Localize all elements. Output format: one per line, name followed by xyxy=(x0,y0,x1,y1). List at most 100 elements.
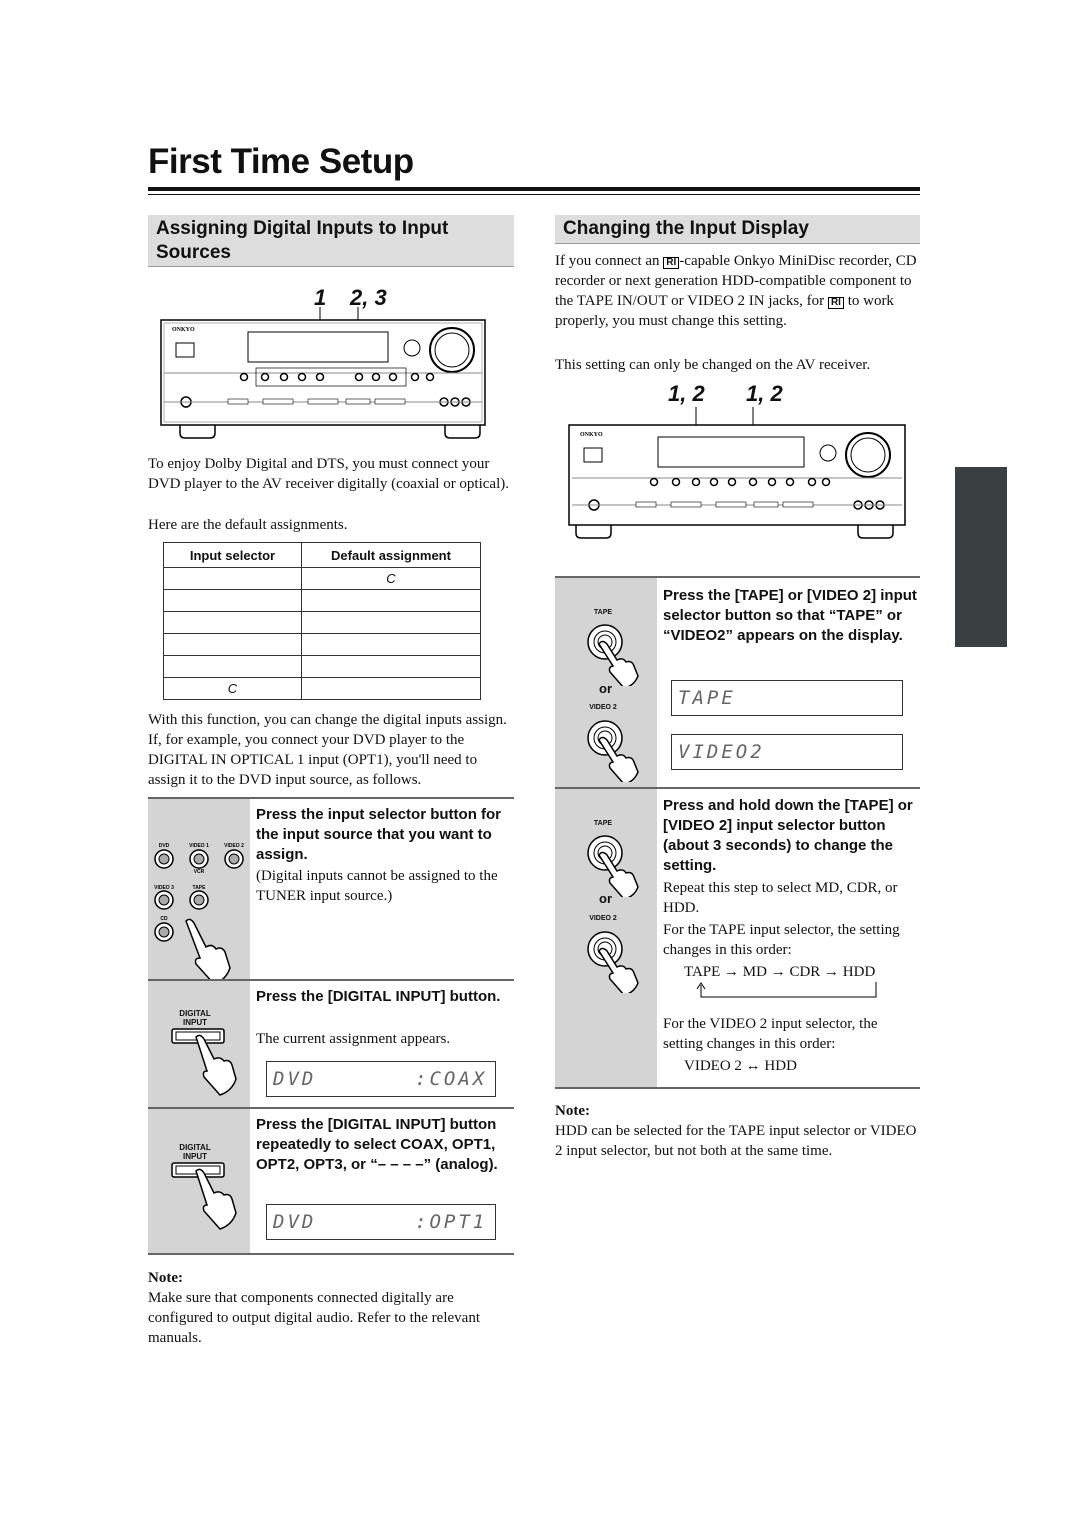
cell xyxy=(301,655,481,678)
digital-input-label: DIGITAL INPUT xyxy=(179,1009,211,1027)
figure-step-b: 1, 2 xyxy=(746,381,783,406)
right-step-1-heading: Press the [TAPE] or [VIDEO 2] input sele… xyxy=(663,587,917,644)
table-row xyxy=(163,655,481,678)
table-header-row: Input selector Default assignment xyxy=(163,542,481,568)
cell xyxy=(301,677,481,700)
video2-label: VIDEO 2 xyxy=(589,915,617,922)
lcd-assignment: :COAX xyxy=(415,1068,488,1090)
step-2-text: The current assignment appears. xyxy=(256,1031,451,1047)
col-header-default-assignment: Default assignment xyxy=(301,542,481,568)
table-row xyxy=(163,589,481,612)
ri-logo-icon: RI xyxy=(663,257,680,269)
lcd-display: DVD :COAX xyxy=(266,1061,496,1097)
step-2: DIGITAL INPUT Press the [DIGITAL INPUT] … xyxy=(148,979,514,1109)
step-1-text: (Digital inputs cannot be assigned to th… xyxy=(256,868,498,904)
digital-input-button-icon xyxy=(171,1028,237,1096)
table-row: C xyxy=(163,567,481,590)
video2-order: VIDEO 2 ↔ HDD xyxy=(684,1058,797,1074)
lcd-display-tape: TAPE xyxy=(671,680,903,716)
lcd-source: DVD xyxy=(273,1068,317,1090)
right-step-2-text2: For the TAPE input selector, the setting… xyxy=(663,922,900,958)
tape-order: TAPE → MD → CDR → HDD xyxy=(684,964,876,980)
note-title: Note: xyxy=(148,1270,183,1286)
cell xyxy=(301,611,481,634)
btn-label: DVD xyxy=(159,843,170,849)
page-title: First Time Setup xyxy=(148,142,414,181)
btn-label: VIDEO 2 xyxy=(224,843,244,849)
or-label: or xyxy=(599,891,612,906)
right-step-1: TAPE or VIDEO 2 Press the [TAPE] or [VID… xyxy=(555,576,920,789)
tape-label: TAPE xyxy=(593,820,613,827)
finger-icon xyxy=(185,918,231,985)
table-row xyxy=(163,633,481,656)
step-2-illustration: DIGITAL INPUT xyxy=(148,981,250,1109)
digital-input-button-icon xyxy=(171,1162,237,1230)
cell xyxy=(163,633,302,656)
cell xyxy=(301,589,481,612)
video2-label: VIDEO 2 xyxy=(589,704,617,711)
note-text: Make sure that components connected digi… xyxy=(148,1290,480,1346)
cell xyxy=(163,567,302,590)
col-header-input-selector: Input selector xyxy=(163,542,302,568)
right-step-2-text3: For the VIDEO 2 input selector, the sett… xyxy=(663,1016,878,1052)
brand-logo: ONKYO xyxy=(580,432,603,438)
right-note-title: Note: xyxy=(555,1103,590,1119)
btn-label: VIDEO 3 xyxy=(154,885,174,891)
step-2-heading: Press the [DIGITAL INPUT] button. xyxy=(256,988,501,1005)
cycle-return-arrow-icon xyxy=(696,982,877,998)
section-heading-digital-inputs: Assigning Digital Inputs to Input Source… xyxy=(148,215,514,267)
right-step-2-heading: Press and hold down the [TAPE] or [VIDEO… xyxy=(663,797,913,874)
cell: C xyxy=(163,677,302,700)
step-3: DIGITAL INPUT Press the [DIGITAL INPUT] … xyxy=(148,1107,514,1255)
section-heading-input-display: Changing the Input Display xyxy=(555,215,920,244)
tape-label: TAPE xyxy=(593,609,613,616)
right-step-2-illustration: TAPE or VIDEO 2 xyxy=(555,789,657,1087)
figure-step-a: 1, 2 xyxy=(668,381,705,406)
digital-input-label: DIGITAL INPUT xyxy=(179,1143,211,1161)
btn-label: TAPE xyxy=(193,885,207,891)
brand-logo: ONKYO xyxy=(172,327,195,333)
default-assignments-table: Input selector Default assignment C C xyxy=(163,542,481,700)
lcd-source: DVD xyxy=(273,1211,317,1233)
intro-part: If you connect an xyxy=(555,253,660,269)
step-3-heading: Press the [DIGITAL INPUT] button repeate… xyxy=(256,1116,498,1173)
only-text: This setting can only be changed on the … xyxy=(555,357,871,373)
defaults-intro: Here are the default assignments. xyxy=(148,517,348,533)
lcd-display-video2: VIDEO2 xyxy=(671,734,903,770)
btn-label: VCR xyxy=(194,869,205,875)
video2-button-icon xyxy=(587,720,639,782)
right-step-2-text1: Repeat this step to select MD, CDR, or H… xyxy=(663,880,898,916)
video2-button-icon xyxy=(587,931,639,993)
lcd-display: DVD :OPT1 xyxy=(266,1204,496,1240)
intro-text: If you connect an RI -capable Onkyo MiniD… xyxy=(555,251,921,331)
intro-text: To enjoy Dolby Digital and DTS, you must… xyxy=(148,456,509,492)
cell xyxy=(163,611,302,634)
title-rule xyxy=(148,187,920,191)
cell xyxy=(163,589,302,612)
right-step-1-illustration: TAPE or VIDEO 2 xyxy=(555,578,657,789)
right-step-2: TAPE or VIDEO 2 Press and hold down the … xyxy=(555,787,920,1089)
tape-button-icon xyxy=(587,835,639,897)
btn-label: VIDEO 1 xyxy=(189,843,209,849)
tape-button-icon xyxy=(587,624,639,686)
table-row xyxy=(163,611,481,634)
chapter-side-tab xyxy=(955,467,1007,647)
or-label: or xyxy=(599,681,612,696)
cell: C xyxy=(301,567,481,590)
receiver-illustration: ONKYO xyxy=(568,407,906,539)
right-note-text: HDD can be selected for the TAPE input s… xyxy=(555,1123,917,1159)
step-1-illustration: DVD VIDEO 1 VIDEO 2 VCR VIDEO 3 TAPE CD xyxy=(148,799,250,985)
lcd-assignment: :OPT1 xyxy=(415,1211,488,1233)
btn-label: CD xyxy=(160,916,168,922)
cell xyxy=(163,655,302,678)
cell xyxy=(301,633,481,656)
title-rule-thin xyxy=(148,194,920,195)
table-row: C xyxy=(163,677,481,700)
ri-logo-icon: RI xyxy=(827,297,844,309)
explain-text: With this function, you can change the d… xyxy=(148,712,507,788)
step-1: DVD VIDEO 1 VIDEO 2 VCR VIDEO 3 TAPE CD … xyxy=(148,797,514,985)
step-1-heading: Press the input selector button for the … xyxy=(256,806,502,863)
input-selector-buttons-icon: DVD VIDEO 1 VIDEO 2 VCR VIDEO 3 TAPE CD xyxy=(154,843,244,985)
receiver-illustration: ONKYO xyxy=(160,307,486,439)
step-3-illustration: DIGITAL INPUT xyxy=(148,1109,250,1253)
